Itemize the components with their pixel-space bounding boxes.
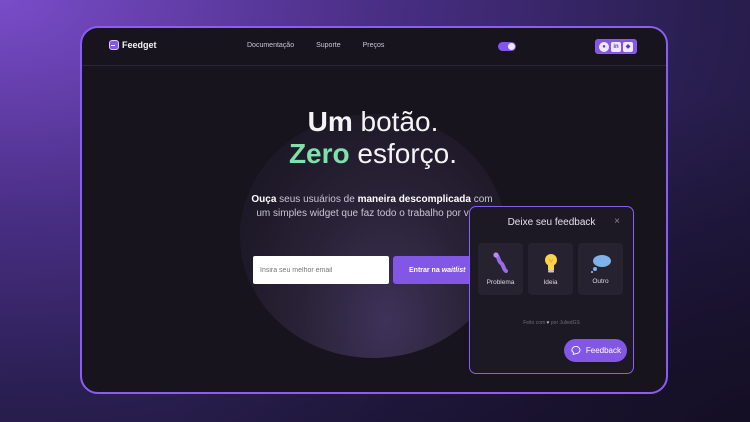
github-icon[interactable]: ● <box>599 41 609 52</box>
main-nav: Documentação Suporte Preços <box>247 42 384 49</box>
option-problema[interactable]: Problema <box>478 243 523 295</box>
chat-square-icon <box>109 40 119 50</box>
headline-line-2: Zero esforço. <box>288 138 458 169</box>
feedback-button-label: Feedback <box>585 346 621 355</box>
linkedin-icon[interactable]: in <box>611 41 621 52</box>
nav-item-precos[interactable]: Preços <box>363 42 385 49</box>
option-label: Ideia <box>543 279 558 286</box>
bug-icon <box>492 252 508 273</box>
feedback-type-options: Problema Ideia Outro <box>478 243 623 295</box>
social-links: ● in ◆ <box>595 39 637 54</box>
chat-bubble-icon <box>571 346 581 355</box>
brand-logo[interactable]: Feedget <box>109 40 157 50</box>
option-label: Problema <box>486 279 515 286</box>
option-label: Outro <box>592 278 609 285</box>
widget-title: Deixe seu feedback <box>507 217 596 228</box>
headline-line-1: Um botão. <box>307 106 439 137</box>
join-waitlist-button[interactable]: Entrar na waitlist <box>393 256 475 284</box>
theme-toggle[interactable] <box>498 42 516 51</box>
widget-footer: Feito com ♥ por JuliedGS <box>523 320 580 326</box>
nav-item-suporte[interactable]: Suporte <box>316 42 341 49</box>
thought-bubble-icon <box>590 255 611 273</box>
option-outro[interactable]: Outro <box>578 243 623 295</box>
top-navbar: Feedget Documentação Suporte Preços ● in… <box>82 28 666 66</box>
close-icon[interactable]: × <box>614 216 620 227</box>
brand-name: Feedget <box>122 40 157 50</box>
figma-icon[interactable]: ◆ <box>623 41 633 52</box>
feedback-button[interactable]: Feedback <box>564 339 627 362</box>
hero-headline: Um botão. Zero esforço. <box>82 106 664 170</box>
lightbulb-icon <box>544 254 557 273</box>
email-input[interactable] <box>253 256 389 284</box>
hero-description: Ouça seus usuários de maneira descomplic… <box>251 194 493 219</box>
nav-item-documentacao[interactable]: Documentação <box>247 42 294 49</box>
option-ideia[interactable]: Ideia <box>528 243 573 295</box>
